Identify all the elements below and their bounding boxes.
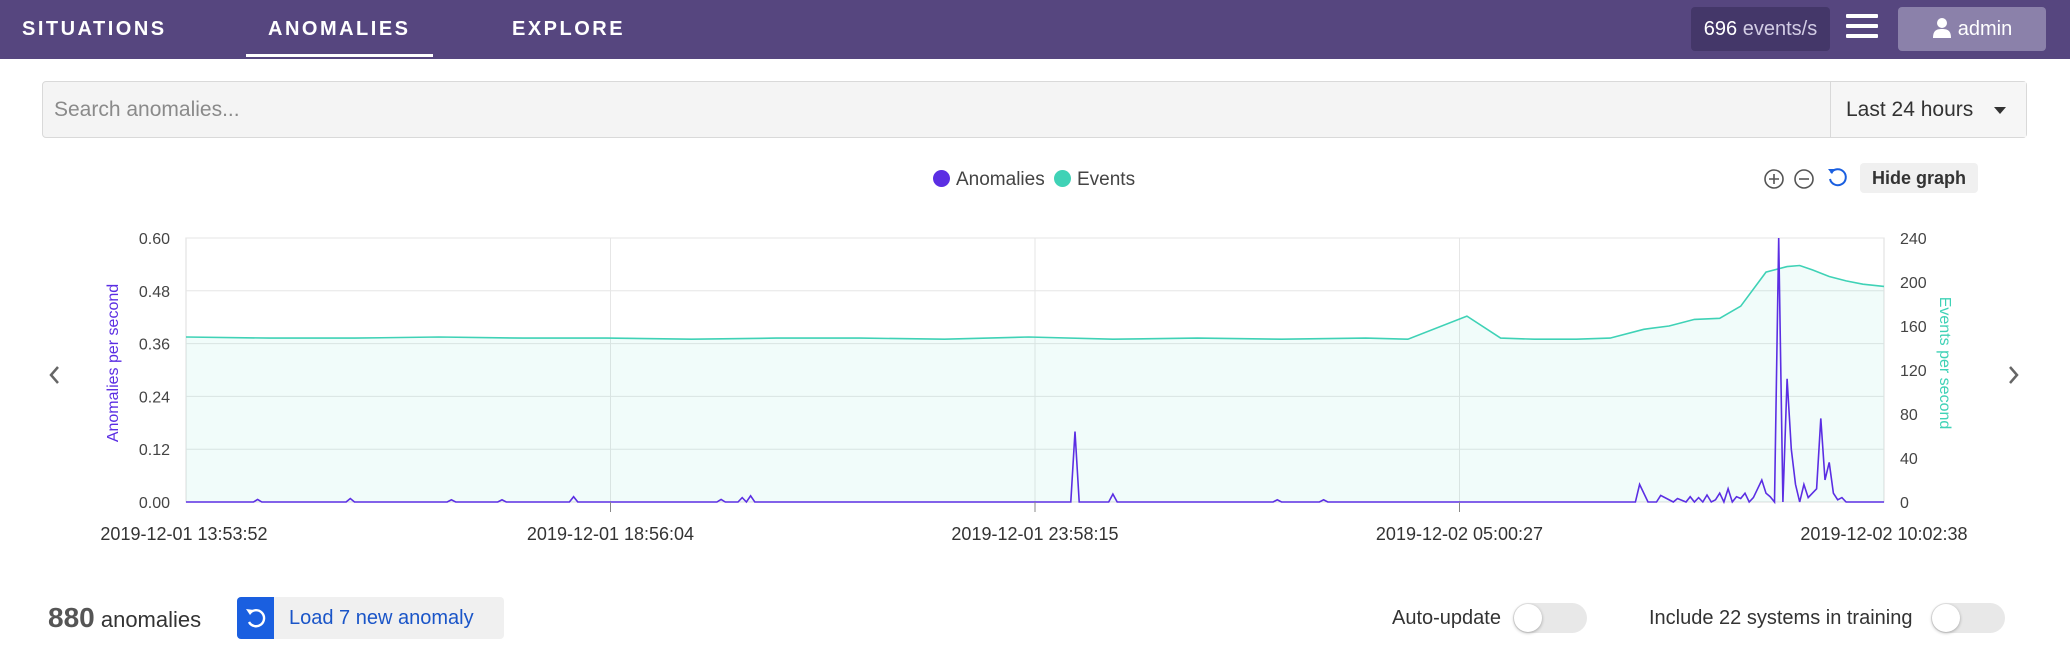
- y-right-axis-label: Events per second: [1936, 297, 1953, 430]
- x-tick-label: 2019-12-02 05:00:27: [1376, 524, 1543, 544]
- hide-graph-button[interactable]: Hide graph: [1860, 163, 1978, 193]
- y-right-tick-label: 80: [1900, 407, 1918, 424]
- reset-zoom-icon[interactable]: [1826, 166, 1848, 188]
- y-right-tick-label: 200: [1900, 275, 1927, 292]
- zoom-in-icon[interactable]: [1763, 168, 1785, 190]
- x-tick-label: 2019-12-01 23:58:15: [951, 524, 1118, 544]
- hamburger-menu-icon[interactable]: [1846, 14, 1878, 44]
- legend-events-swatch: [1054, 170, 1071, 187]
- legend-anomalies-swatch: [933, 170, 950, 187]
- anomaly-count-label: anomalies: [100, 607, 202, 632]
- events-rate-value: 696: [1703, 18, 1738, 40]
- legend-events-label: Events: [1077, 169, 1136, 190]
- y-left-axis-label: Anomalies per second: [105, 284, 122, 442]
- search-input[interactable]: [43, 82, 1830, 137]
- tab-situations[interactable]: SITUATIONS: [22, 0, 167, 59]
- auto-update-toggle[interactable]: [1513, 603, 1587, 633]
- legend-events[interactable]: Events: [1054, 168, 1135, 192]
- refresh-icon: [237, 597, 274, 639]
- training-label: Include 22 systems in training: [1649, 607, 1913, 629]
- legend-anomalies[interactable]: Anomalies: [933, 168, 1045, 192]
- anomaly-count: 880 anomalies: [48, 600, 201, 638]
- user-name: admin: [1957, 18, 2013, 40]
- legend-anomalies-label: Anomalies: [956, 169, 1045, 190]
- top-navbar: SITUATIONS ANOMALIES EXPLORE 696 events/…: [0, 0, 2070, 59]
- anomaly-count-value: 880: [48, 602, 95, 633]
- anomaly-events-chart: 0.00 0.12 0.24 0.36 0.48 0.60 0 40 80 120 160 200 24…: [100, 231, 1967, 544]
- y-left-tick-label: 0.48: [139, 284, 170, 301]
- y-right-tick-label: 240: [1900, 231, 1927, 248]
- auto-update-label: Auto-update: [1392, 607, 1501, 629]
- y-right-tick-label: 120: [1900, 363, 1927, 380]
- y-left-tick-label: 0.60: [139, 231, 170, 248]
- user-button[interactable]: admin: [1898, 7, 2046, 51]
- load-new-anomalies-button[interactable]: Load 7 new anomaly: [237, 597, 504, 639]
- time-range-select[interactable]: Last 24 hours: [1830, 82, 2026, 137]
- y-left-tick-label: 0.12: [139, 442, 170, 459]
- y-right-tick-label: 40: [1900, 451, 1918, 468]
- events-rate-unit: events/s: [1742, 18, 1818, 40]
- y-right-tick-label: 0: [1900, 495, 1909, 512]
- tab-anomalies[interactable]: ANOMALIES: [246, 0, 432, 59]
- load-new-anomalies-label: Load 7 new anomaly: [289, 607, 474, 629]
- training-toggle[interactable]: [1931, 603, 2005, 633]
- x-tick-label: 2019-12-01 18:56:04: [527, 524, 694, 544]
- chevron-down-icon: [1994, 107, 2006, 114]
- zoom-out-icon[interactable]: [1793, 168, 1815, 190]
- time-range-value: Last 24 hours: [1846, 98, 1974, 121]
- y-left-tick-label: 0.00: [139, 495, 170, 512]
- x-tick-label: 2019-12-02 10:02:38: [1800, 524, 1967, 544]
- x-tick-label: 2019-12-01 13:53:52: [100, 524, 267, 544]
- tab-explore[interactable]: EXPLORE: [512, 0, 625, 59]
- user-icon: [1932, 18, 1951, 38]
- search-bar: Last 24 hours: [42, 81, 2027, 138]
- events-rate-badge: 696 events/s: [1691, 7, 1830, 51]
- y-right-tick-label: 160: [1900, 319, 1927, 336]
- y-left-tick-label: 0.36: [139, 337, 170, 354]
- y-left-tick-label: 0.24: [139, 389, 170, 406]
